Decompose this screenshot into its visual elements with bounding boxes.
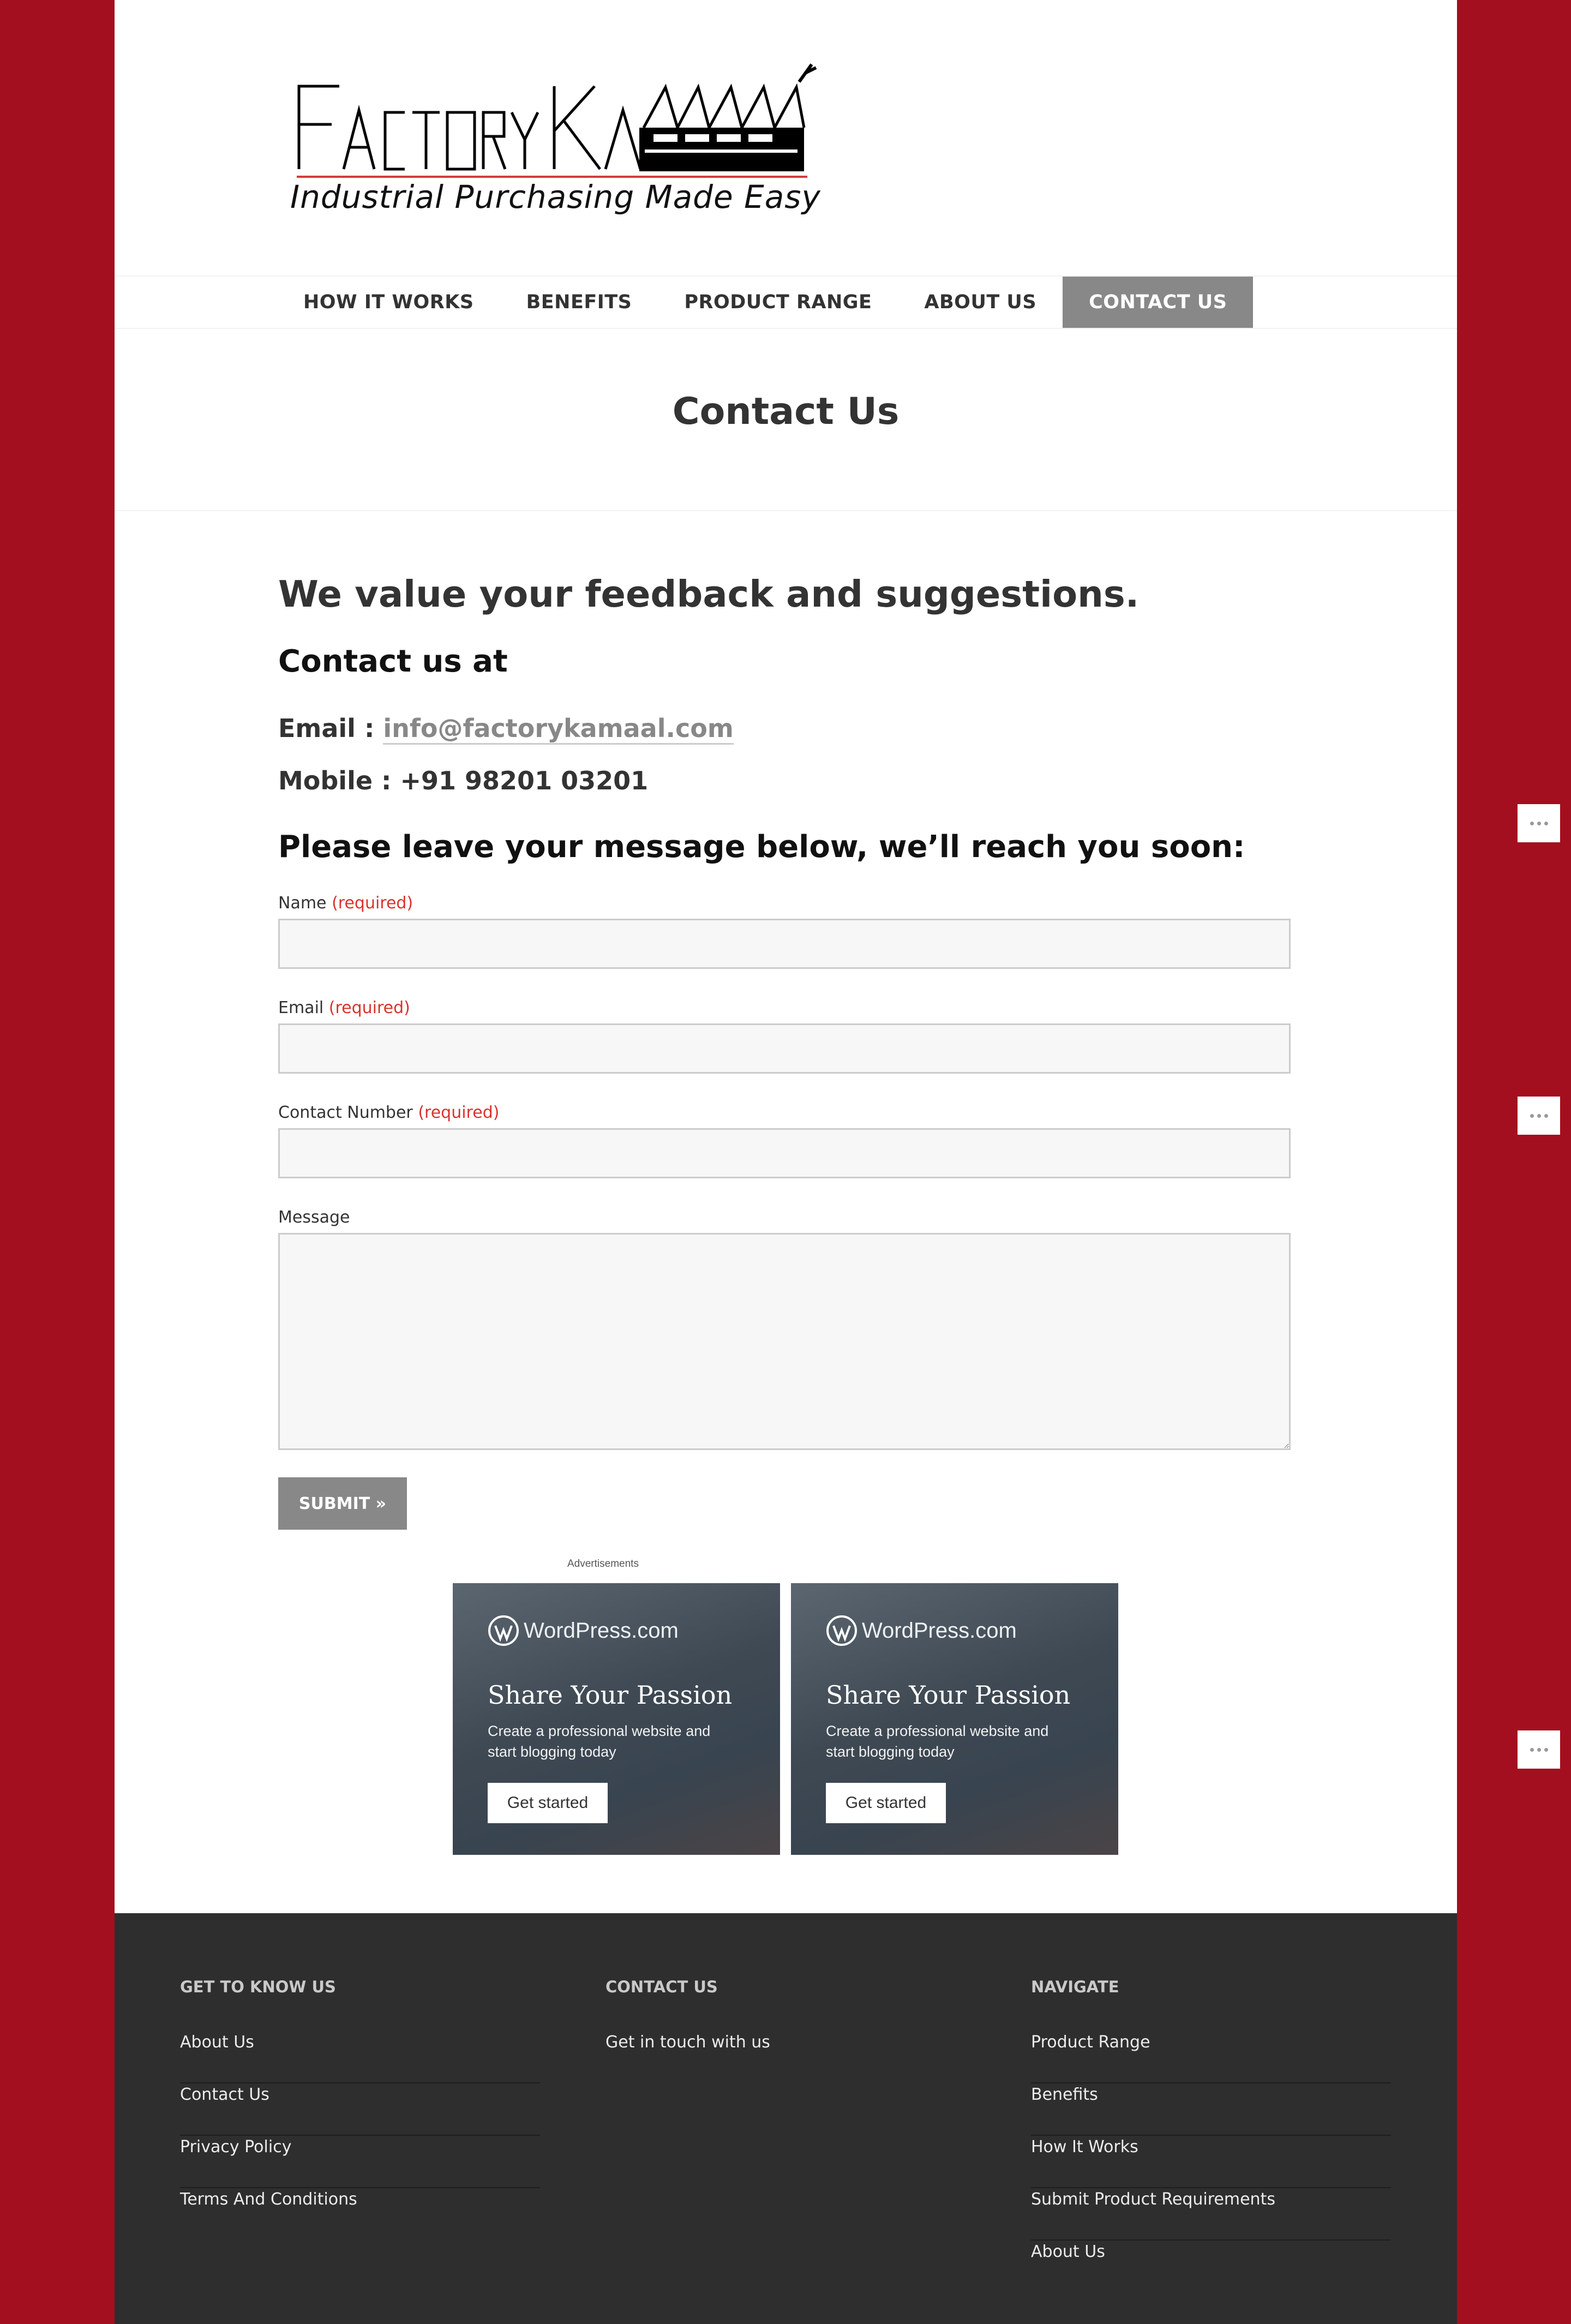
ad-brand: WordPress.com [488,1615,679,1646]
footer-column-title: NAVIGATE [1031,1978,1119,1996]
message-label: Message [278,1208,350,1227]
wordpress-logo-icon [826,1615,857,1646]
footer-link[interactable]: How It Works [1031,2136,1391,2188]
footer-link-text[interactable]: How It Works [1031,2136,1391,2157]
footer-link[interactable]: About Us [1031,2241,1391,2293]
mobile-line: Mobile : +91 98201 03201 [278,766,649,795]
footer-column-contact-us: CONTACT US Get in touch with us [605,1978,966,2083]
contact-number-input[interactable] [278,1128,1291,1178]
ad-brand-text: WordPress.com [862,1618,1017,1643]
footer-link-text[interactable]: Get in touch with us [605,2031,966,2052]
footer-column-title: GET TO KNOW US [180,1978,336,1996]
nav-item-product-range[interactable]: PRODUCT RANGE [658,277,898,328]
required-marker: (required) [418,1103,500,1122]
ad-subtext: Create a professional website and start … [826,1723,1049,1760]
footer-link-text[interactable]: Submit Product Requirements [1031,2188,1391,2209]
title-divider [115,510,1457,511]
dot-icon [1530,1747,1534,1752]
ad-brand-text: WordPress.com [524,1618,679,1643]
footer-link-text[interactable]: About Us [1031,2241,1391,2261]
required-marker: (required) [332,894,413,913]
nav-item-contact-us[interactable]: CONTACT US [1063,277,1254,328]
ad-get-started-button[interactable]: Get started [826,1783,946,1823]
ad-brand: WordPress.com [826,1615,1017,1646]
site-tagline: Industrial Purchasing Made Easy [290,178,821,215]
footer-column-get-to-know-us: GET TO KNOW US About Us Contact Us Priva… [180,1978,540,2241]
footer-column-navigate: NAVIGATE Product Range Benefits How It W… [1031,1978,1391,2293]
footer-column-title: CONTACT US [605,1978,718,1996]
ad-get-started-button[interactable]: Get started [488,1783,608,1823]
email-label-text: Email [278,998,324,1017]
nav-list: HOW IT WORKS BENEFITS PRODUCT RANGE ABOU… [277,277,1254,328]
site-footer: GET TO KNOW US About Us Contact Us Priva… [115,1913,1457,2324]
message-textarea[interactable] [278,1233,1291,1450]
email-input[interactable] [278,1023,1291,1074]
nav-item-about-us[interactable]: ABOUT US [898,277,1063,328]
dot-icon [1544,1113,1548,1118]
email-label: Email : [278,714,383,743]
footer-link[interactable]: About Us [180,2031,540,2083]
submit-button[interactable]: SUBMIT » [278,1477,407,1530]
footer-link-text[interactable]: About Us [180,2031,540,2052]
footer-link-text[interactable]: Benefits [1031,2083,1391,2104]
ads-label: Advertisements [567,1558,639,1570]
footer-link[interactable]: Benefits [1031,2083,1391,2136]
ad-subtext: Create a professional website and start … [488,1723,711,1760]
email-link[interactable]: info@factorykamaal.com [383,714,734,745]
name-label-text: Name [278,894,327,913]
more-options-button[interactable] [1518,1730,1560,1769]
required-marker: (required) [328,998,410,1017]
dot-icon [1537,821,1541,825]
contact-number-label-text: Contact Number [278,1103,413,1122]
nav-item-benefits[interactable]: BENEFITS [500,277,658,328]
page-title: Contact Us [672,390,900,433]
wordpress-logo-icon [488,1615,519,1646]
nav-item-how-it-works[interactable]: HOW IT WORKS [277,277,500,328]
footer-link[interactable]: Submit Product Requirements [1031,2188,1391,2241]
footer-link[interactable]: Terms And Conditions [180,2188,540,2241]
footer-link[interactable]: Privacy Policy [180,2136,540,2188]
contact-number-label: Contact Number (required) [278,1103,499,1122]
name-label: Name (required) [278,894,413,913]
email-field-label: Email (required) [278,998,410,1017]
main-navigation: HOW IT WORKS BENEFITS PRODUCT RANGE ABOU… [115,275,1457,329]
more-options-button[interactable] [1518,1097,1560,1135]
leave-message-heading: Please leave your message below, we’ll r… [278,829,1245,865]
page-container: Industrial Purchasing Made Easy HOW IT W… [115,0,1457,2324]
ad-banner[interactable]: WordPress.com Share Your Passion Create … [791,1583,1118,1855]
footer-link[interactable]: Contact Us [180,2083,540,2136]
dot-icon [1544,1747,1548,1752]
more-options-button[interactable] [1518,804,1560,842]
footer-link[interactable]: Product Range [1031,2031,1391,2083]
footer-link-text[interactable]: Terms And Conditions [180,2188,540,2209]
ad-headline: Share Your Passion [826,1680,1071,1710]
dot-icon [1537,1747,1541,1752]
feedback-heading: We value your feedback and suggestions. [278,573,1140,615]
dot-icon [1530,821,1534,825]
ad-headline: Share Your Passion [488,1680,733,1710]
dot-icon [1544,821,1548,825]
contact-at-heading: Contact us at [278,644,508,679]
ad-banner[interactable]: WordPress.com Share Your Passion Create … [453,1583,780,1855]
footer-link-text[interactable]: Product Range [1031,2031,1391,2052]
footer-link-text[interactable]: Contact Us [180,2083,540,2104]
name-input[interactable] [278,919,1291,969]
footer-link[interactable]: Get in touch with us [605,2031,966,2083]
dot-icon [1530,1113,1534,1118]
dot-icon [1537,1113,1541,1118]
footer-link-text[interactable]: Privacy Policy [180,2136,540,2157]
email-line: Email : info@factorykamaal.com [278,714,734,745]
